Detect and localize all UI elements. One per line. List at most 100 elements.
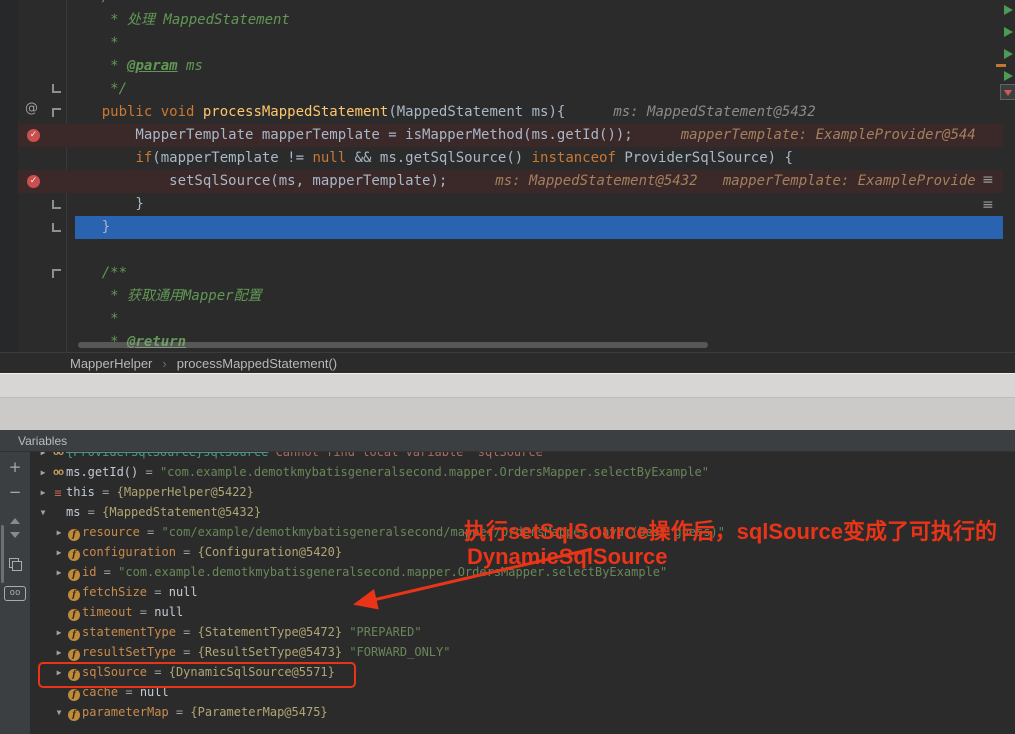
panel-splitter-area[interactable] xyxy=(0,373,1015,398)
fold-end-icon[interactable] xyxy=(52,84,61,93)
variables-tree[interactable]: ▶oo{ProviderSqlSource}sqlSource Cannot f… xyxy=(30,452,1015,734)
field-icon: f xyxy=(66,643,82,663)
variable-name: cache xyxy=(82,685,118,699)
add-watch-button[interactable]: + xyxy=(9,460,22,475)
variable-row-configuration[interactable]: ▶fconfiguration = {Configuration@5420} xyxy=(30,542,1015,562)
breadcrumb-item-class[interactable]: MapperHelper xyxy=(70,356,152,371)
code-line-2[interactable]: * xyxy=(18,32,1003,55)
scroll-up-button[interactable] xyxy=(10,518,20,524)
expand-right-icon[interactable]: ▶ xyxy=(52,623,66,643)
run-marker-icon[interactable] xyxy=(1004,71,1013,81)
variable-row-fetchSize[interactable]: ffetchSize = null xyxy=(30,582,1015,602)
fold-end-icon[interactable] xyxy=(52,223,61,232)
expand-right-icon[interactable]: ▶ xyxy=(52,663,66,683)
variable-row-cache[interactable]: fcache = null xyxy=(30,682,1015,702)
expand-right-icon[interactable]: ▶ xyxy=(52,543,66,563)
variable-value: = xyxy=(138,465,160,479)
remove-watch-button[interactable]: − xyxy=(9,485,22,500)
code-token: /** xyxy=(68,0,127,5)
code-line-6[interactable]: MapperTemplate mapperTemplate = isMapper… xyxy=(18,124,1003,147)
variables-panel-header[interactable]: Variables xyxy=(0,430,1015,452)
code-token: ms xyxy=(178,58,203,74)
expand-right-icon[interactable]: ▶ xyxy=(36,452,50,462)
duplicate-button[interactable] xyxy=(9,558,21,570)
code-line-8[interactable]: setSqlSource(ms, mapperTemplate);ms: Map… xyxy=(18,170,1003,193)
field-icon: f xyxy=(66,563,82,583)
variable-name: {ProviderSqlSource}sqlSource xyxy=(66,452,268,459)
code-token: processMappedStatement xyxy=(203,104,388,120)
run-marker-icon[interactable] xyxy=(1004,5,1013,15)
gutter-annotation-strip xyxy=(0,0,18,352)
code-line-13[interactable]: * 获取通用Mapper配置 xyxy=(18,285,1003,308)
jump-to-bottom-icon[interactable] xyxy=(1000,84,1015,100)
breakpoint-verified-icon[interactable]: ✓ xyxy=(27,175,40,188)
expand-down-icon[interactable]: ▼ xyxy=(36,503,50,523)
code-line-10[interactable]: } xyxy=(18,216,1003,239)
expand-right-icon[interactable]: ▶ xyxy=(36,463,50,483)
code-line-7[interactable]: if(mapperTemplate != null && ms.getSqlSo… xyxy=(18,147,1003,170)
variable-row-resultSetType[interactable]: ▶fresultSetType = {ResultSetType@5473} "… xyxy=(30,642,1015,662)
toolbar-scrollbar-thumb[interactable] xyxy=(1,525,4,583)
expand-right-icon[interactable]: ▶ xyxy=(52,643,66,663)
breadcrumb-item-method[interactable]: processMappedStatement() xyxy=(177,356,337,371)
watch-icon: oo xyxy=(50,452,66,462)
breadcrumb: MapperHelper›processMappedStatement() xyxy=(0,352,1015,373)
variable-value: {MapperHelper@5422} xyxy=(117,485,254,499)
scroll-down-button[interactable] xyxy=(10,532,20,538)
fold-start-icon[interactable] xyxy=(52,269,61,278)
variable-row-statementType[interactable]: ▶fstatementType = {StatementType@5472} "… xyxy=(30,622,1015,642)
variable-row-ms.getId()[interactable]: ▶ooms.getId() = "com.example.demotkmybat… xyxy=(30,462,1015,482)
code-line-14[interactable]: * xyxy=(18,308,1003,331)
code-token: * xyxy=(68,311,119,327)
field-icon: f xyxy=(66,623,82,643)
code-line-4[interactable]: */ xyxy=(18,78,1003,101)
fold-start-icon[interactable] xyxy=(52,108,61,117)
code-line-11[interactable] xyxy=(18,239,1003,262)
code-editor[interactable]: /** * 处理 MappedStatement * * @param ms *… xyxy=(0,0,1015,352)
field-icon: f xyxy=(66,543,82,563)
variable-row-ms[interactable]: ▼ms = {MappedStatement@5432} xyxy=(30,502,1015,522)
variable-row-parameterMap[interactable]: ▼fparameterMap = {ParameterMap@5475} xyxy=(30,702,1015,722)
variable-name: sqlSource xyxy=(82,665,147,679)
field-icon: f xyxy=(66,583,82,603)
code-line-0[interactable]: /** xyxy=(18,0,1003,9)
code-token: (MappedStatement ms){ xyxy=(388,104,565,120)
code-line-9[interactable]: } xyxy=(18,193,1003,216)
code-token: null xyxy=(312,150,346,166)
stripe-warning-mark[interactable] xyxy=(996,64,1006,67)
field-icon: f xyxy=(66,683,82,703)
expand-down-icon[interactable]: ▼ xyxy=(52,703,66,723)
variable-value: = xyxy=(118,685,140,699)
inline-menu-icon[interactable]: ≡ xyxy=(982,173,994,187)
variable-row-timeout[interactable]: ftimeout = null xyxy=(30,602,1015,622)
variable-value: "PREPARED" xyxy=(342,625,421,639)
variable-row-id[interactable]: ▶fid = "com.example.demotkmybatisgeneral… xyxy=(30,562,1015,582)
code-line-5[interactable]: public void processMappedStatement(Mappe… xyxy=(18,101,1003,124)
variable-name: this xyxy=(66,485,95,499)
horizontal-scrollbar-thumb[interactable] xyxy=(78,342,708,348)
inline-menu-icon[interactable]: ≡ xyxy=(982,198,994,212)
code-token: * xyxy=(68,35,119,51)
show-watches-toggle[interactable]: oo xyxy=(4,586,26,601)
code-line-1[interactable]: * 处理 MappedStatement xyxy=(18,9,1003,32)
variable-row-{ProviderSqlSource}sqlSource[interactable]: ▶oo{ProviderSqlSource}sqlSource Cannot f… xyxy=(30,452,1015,462)
run-marker-icon[interactable] xyxy=(1004,27,1013,37)
variable-value: = xyxy=(176,625,198,639)
code-line-12[interactable]: /** xyxy=(18,262,1003,285)
field-icon: f xyxy=(66,703,82,723)
variable-row-resource[interactable]: ▶fresource = "com/example/demotkmybatisg… xyxy=(30,522,1015,542)
code-line-3[interactable]: * @param ms xyxy=(18,55,1003,78)
code-token: setSqlSource(ms, mapperTemplate); xyxy=(68,173,447,189)
code-token: @param xyxy=(127,58,178,74)
bookmark-at-icon[interactable]: @ xyxy=(25,101,38,116)
debugger-variables-panel: Variables +−oo ▶oo{ProviderSqlSource}sql… xyxy=(0,430,1015,734)
variable-row-sqlSource[interactable]: ▶fsqlSource = {DynamicSqlSource@5571} xyxy=(30,662,1015,682)
variable-row-this[interactable]: ▶≡this = {MapperHelper@5422} xyxy=(30,482,1015,502)
variable-value: {DynamicSqlSource@5571} xyxy=(169,665,335,679)
breakpoint-verified-icon[interactable]: ✓ xyxy=(27,129,40,142)
run-marker-icon[interactable] xyxy=(1004,49,1013,59)
expand-right-icon[interactable]: ▶ xyxy=(36,483,50,503)
fold-end-icon[interactable] xyxy=(52,200,61,209)
expand-right-icon[interactable]: ▶ xyxy=(52,563,66,583)
expand-right-icon[interactable]: ▶ xyxy=(52,523,66,543)
